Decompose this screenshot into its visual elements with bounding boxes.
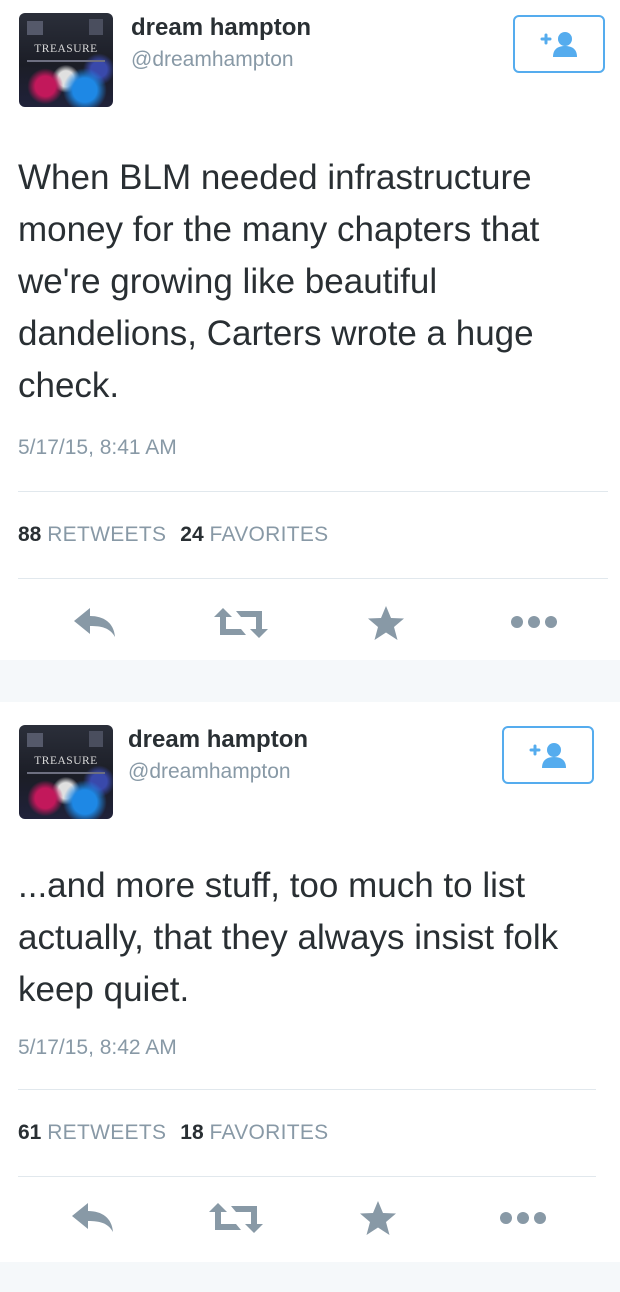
divider	[18, 578, 608, 579]
favorites-stat[interactable]: 24 FAVORITES	[180, 523, 328, 546]
follow-button[interactable]	[513, 15, 605, 73]
tweet-text: When BLM needed infrastructure money for…	[18, 158, 540, 405]
author-handle[interactable]: @dreamhampton	[131, 48, 294, 72]
retweets-label: RETWEETS	[47, 1121, 167, 1144]
divider	[18, 491, 608, 492]
divider	[18, 1176, 596, 1177]
tweet-timestamp[interactable]: 5/17/15, 8:42 AM	[18, 1036, 177, 1060]
avatar[interactable]: TREASURE	[19, 13, 113, 107]
favorites-stat[interactable]: 18 FAVORITES	[180, 1121, 328, 1144]
retweet-button[interactable]	[208, 1201, 264, 1240]
tweet-card: TREASURE dream hampton @dreamhampton ...…	[0, 702, 620, 1262]
tweet-timestamp[interactable]: 5/17/15, 8:41 AM	[18, 436, 177, 460]
favorite-button[interactable]	[358, 1199, 398, 1242]
tweet-text: ...and more stuff, too much to list actu…	[18, 866, 559, 1009]
retweets-count: 61	[18, 1121, 42, 1144]
retweet-icon	[214, 608, 268, 638]
avatar-rule	[27, 60, 105, 62]
more-dots-icon	[511, 616, 557, 628]
avatar-art-frame	[27, 733, 43, 747]
favorites-count: 18	[180, 1121, 204, 1144]
avatar-text: TREASURE	[34, 43, 98, 55]
author-handle[interactable]: @dreamhampton	[128, 760, 291, 784]
tweet-stats: 61 RETWEETS 18 FAVORITES	[18, 1121, 328, 1145]
author-name[interactable]: dream hampton	[128, 726, 308, 754]
tweet-card: TREASURE dream hampton @dreamhampton Whe…	[0, 0, 620, 660]
more-button[interactable]	[499, 1210, 547, 1231]
retweets-count: 88	[18, 523, 42, 546]
divider	[18, 1089, 596, 1090]
avatar-rule	[27, 772, 105, 774]
reply-icon	[72, 1203, 113, 1232]
reply-button[interactable]	[72, 606, 118, 645]
favorites-count: 24	[180, 523, 204, 546]
add-user-icon	[540, 32, 577, 57]
avatar-art-frame	[89, 19, 103, 35]
more-button[interactable]	[510, 614, 558, 635]
favorites-label: FAVORITES	[209, 1121, 329, 1144]
favorite-star-icon	[368, 606, 404, 640]
favorites-label: FAVORITES	[209, 523, 329, 546]
reply-icon	[74, 608, 115, 637]
favorite-button[interactable]	[366, 604, 406, 647]
add-user-icon	[529, 743, 566, 768]
retweets-stat[interactable]: 61 RETWEETS	[18, 1121, 166, 1144]
more-dots-icon	[500, 1212, 546, 1224]
retweets-stat[interactable]: 88 RETWEETS	[18, 523, 166, 546]
avatar-art-frame	[27, 21, 43, 35]
avatar[interactable]: TREASURE	[19, 725, 113, 819]
favorite-star-icon	[360, 1201, 396, 1235]
avatar-art-frame	[89, 731, 103, 747]
retweet-button[interactable]	[213, 606, 269, 645]
retweets-label: RETWEETS	[47, 523, 167, 546]
retweet-icon	[209, 1203, 263, 1233]
author-name[interactable]: dream hampton	[131, 14, 311, 42]
reply-button[interactable]	[70, 1201, 116, 1240]
tweet-stats: 88 RETWEETS 24 FAVORITES	[18, 523, 328, 547]
avatar-text: TREASURE	[34, 755, 98, 767]
follow-button[interactable]	[502, 726, 594, 784]
